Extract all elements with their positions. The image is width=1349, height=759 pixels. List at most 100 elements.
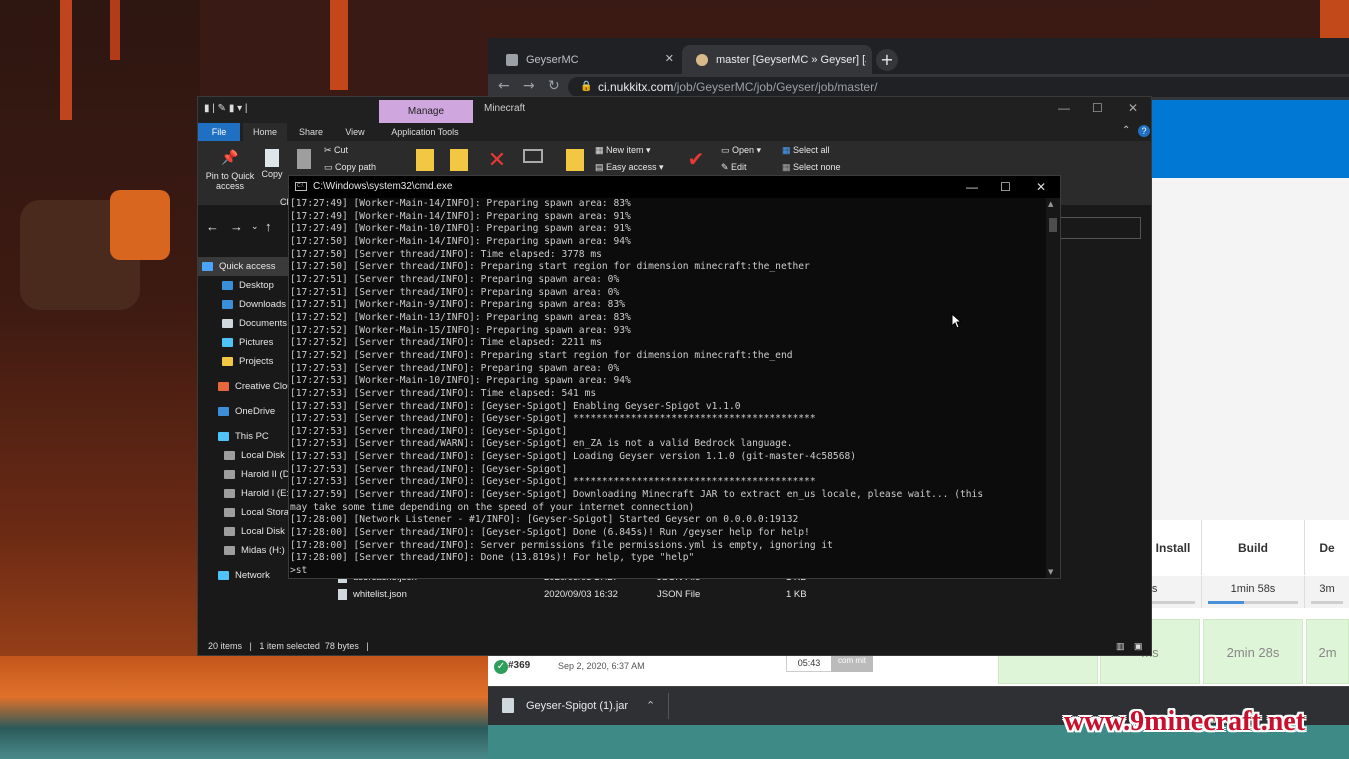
tab-share[interactable]: Share <box>291 123 331 141</box>
console-line: [17:27:53] [Server thread/INFO]: Time el… <box>290 387 597 399</box>
console-line: [17:27:51] [Server thread/INFO]: Prepari… <box>290 273 620 285</box>
manage-tab[interactable]: Manage <box>379 100 473 123</box>
jenkins-header <box>1152 100 1349 178</box>
sidebar-item-label: Downloads <box>239 299 286 310</box>
back-arrow-icon[interactable]: ← <box>498 78 510 94</box>
stage-header: De <box>1304 520 1349 575</box>
sidebar-item-label: Local Disk ( <box>241 526 291 537</box>
forward-arrow-icon[interactable]: → <box>523 78 535 94</box>
sidebar-item-icon <box>224 488 235 498</box>
quick-access-toolbar-icon[interactable]: ▮ | ✎ ▮ ▾ | <box>204 103 248 114</box>
stage-progress <box>1311 601 1343 604</box>
url-input[interactable]: 🔒 ci.nukkitx.com/job/GeyserMC/job/Geyser… <box>568 77 1349 97</box>
sidebar-item-label: This PC <box>235 431 269 442</box>
sidebar-item-icon <box>224 526 235 536</box>
back-arrow-icon[interactable]: ← <box>206 219 219 234</box>
chevron-down-icon[interactable]: ⌄ <box>251 221 259 232</box>
up-arrow-icon[interactable]: ↑ <box>265 219 272 234</box>
sidebar-item-icon <box>222 356 233 366</box>
console-line: [17:27:50] [Worker-Main-14/INFO]: Prepar… <box>290 235 631 247</box>
mouse-cursor-icon <box>951 313 963 329</box>
details-view-icon[interactable]: ▥ <box>1116 637 1125 655</box>
console-line: [17:27:53] [Worker-Main-10/INFO]: Prepar… <box>290 375 631 387</box>
console-line: [17:27:49] [Worker-Main-14/INFO]: Prepar… <box>290 210 631 222</box>
paste-button[interactable] <box>296 149 312 171</box>
file-row[interactable]: whitelist.json 2020/09/03 16:32 JSON Fil… <box>338 586 807 603</box>
build-number[interactable]: #369 <box>508 660 530 671</box>
minimize-icon[interactable]: — <box>1058 101 1070 115</box>
easy-access-button[interactable]: ▤ Easy access ▾ <box>595 162 664 173</box>
new-tab-button[interactable]: + <box>876 49 898 71</box>
new-folder-button[interactable] <box>564 149 586 173</box>
move-to-button[interactable] <box>414 149 436 173</box>
edit-label: Edit <box>731 162 747 172</box>
console-line: [17:27:53] [Server thread/INFO]: [Geyser… <box>290 476 816 488</box>
sidebar-item-label: OneDrive <box>235 406 276 417</box>
sidebar-item-icon <box>202 261 213 271</box>
sidebar-item-icon <box>222 318 233 328</box>
close-icon[interactable]: ✕ <box>1128 101 1138 115</box>
stage-cell[interactable]: 2min 28s <box>1203 619 1303 684</box>
maximize-icon[interactable]: ☐ <box>1000 176 1011 198</box>
reload-icon[interactable]: ↻ <box>548 78 560 94</box>
copy-button[interactable]: Copy <box>258 149 286 179</box>
easy-access-label: Easy access <box>606 162 657 172</box>
large-icons-view-icon[interactable]: ▣ <box>1134 637 1143 655</box>
copy-to-button[interactable] <box>448 149 470 173</box>
lock-icon: 🔒 <box>580 81 593 92</box>
build-time-badge: 05:43 <box>786 655 832 672</box>
sidebar-item-icon <box>224 507 235 517</box>
copy-path-button[interactable]: ▭ Copy path <box>324 162 376 173</box>
file-name: whitelist.json <box>353 589 407 600</box>
select-all-label: Select all <box>793 145 830 155</box>
cmd-icon: C:\ <box>295 182 307 191</box>
console-line: [17:27:49] [Worker-Main-14/INFO]: Prepar… <box>290 198 631 209</box>
select-none-button[interactable]: ▦ Select none <box>782 162 841 173</box>
scroll-up-icon[interactable]: ▲ <box>1048 200 1053 208</box>
scroll-thumb[interactable] <box>1049 218 1057 232</box>
cmd-window: C:\ C:\Windows\system32\cmd.exe — ☐ ✕ [1… <box>288 175 1061 579</box>
rename-button[interactable] <box>522 149 544 165</box>
cut-label: Cut <box>334 145 349 155</box>
status-text: 20 items | 1 item selected 78 bytes | <box>208 641 369 651</box>
sidebar-item-icon <box>224 545 235 555</box>
pin-quick-access-button[interactable]: 📌 Pin to Quick access <box>202 149 258 191</box>
stage-avg-label: 1min 58s <box>1230 583 1276 595</box>
tab-application-tools[interactable]: Application Tools <box>382 123 468 141</box>
tab-geysermc[interactable]: GeyserMC ✕ <box>492 45 682 74</box>
chevron-up-icon[interactable]: ⌃ <box>1122 125 1130 136</box>
console-line: [17:27:52] [Server thread/INFO]: Time el… <box>290 337 602 349</box>
properties-icon[interactable]: ✔ <box>684 147 708 172</box>
console-line: [17:28:00] [Server thread/INFO]: [Geyser… <box>290 527 810 539</box>
edit-button[interactable]: ✎ Edit <box>721 162 747 173</box>
sidebar-item-label: Network <box>235 570 270 581</box>
minimize-icon[interactable]: — <box>966 176 978 198</box>
chevron-up-icon[interactable]: ⌃ <box>646 695 655 717</box>
tab-view[interactable]: View <box>335 123 375 141</box>
sidebar-item-label: Creative Clou <box>235 381 293 392</box>
sidebar-item-icon <box>222 337 233 347</box>
scroll-down-icon[interactable]: ▼ <box>1048 568 1053 576</box>
delete-icon[interactable]: ✕ <box>486 147 508 173</box>
close-tab-icon[interactable]: ✕ <box>665 52 674 65</box>
search-input[interactable] <box>1058 217 1141 239</box>
scrollbar[interactable]: ▲ ▼ <box>1046 198 1060 578</box>
forward-arrow-icon[interactable]: → <box>230 219 243 234</box>
tab-jenkins-master[interactable]: master [GeyserMC » Geyser] [Jen <box>682 45 872 74</box>
close-icon[interactable]: ✕ <box>1036 176 1046 198</box>
maximize-icon[interactable]: ☐ <box>1092 101 1103 115</box>
new-item-button[interactable]: ▦ New item ▾ <box>595 145 651 156</box>
help-icon[interactable]: ? <box>1138 125 1150 137</box>
tab-file[interactable]: File <box>198 123 240 141</box>
open-button[interactable]: ▭ Open ▾ <box>721 145 761 156</box>
tab-home[interactable]: Home <box>243 123 287 141</box>
download-item[interactable]: Geyser-Spigot (1).jar <box>502 695 662 717</box>
select-all-button[interactable]: ▦ Select all <box>782 145 830 156</box>
cut-button[interactable]: ✂ Cut <box>324 145 348 156</box>
jar-file-icon <box>502 698 514 713</box>
select-none-icon: ▦ <box>782 162 794 172</box>
console-output[interactable]: [17:27:49] [Worker-Main-14/INFO]: Prepar… <box>289 198 1046 578</box>
new-item-label: New item <box>606 145 644 155</box>
pin-label: Pin to Quick access <box>205 171 255 191</box>
stage-cell[interactable]: 2m <box>1306 619 1349 684</box>
